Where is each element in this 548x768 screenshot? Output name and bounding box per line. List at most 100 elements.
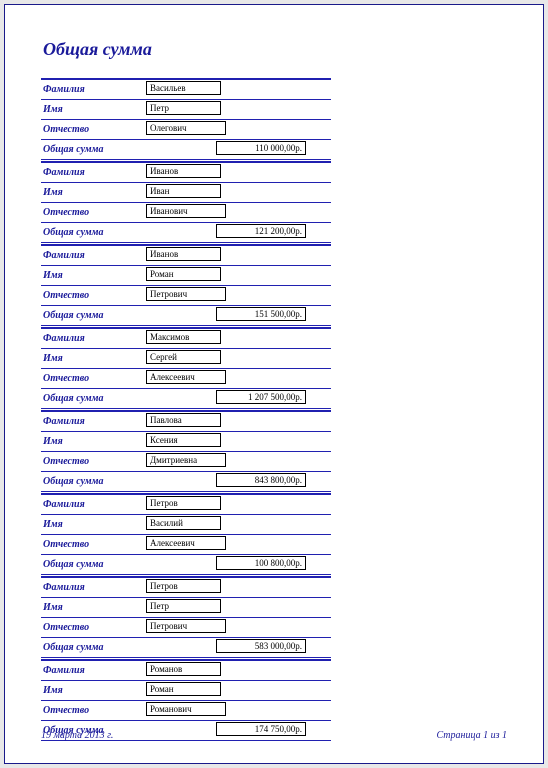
field-sum: 843 800,00р. — [216, 473, 306, 487]
row-name: ИмяПетр — [41, 100, 331, 120]
page-footer: 19 марта 2013 г. Страница 1 из 1 — [41, 730, 507, 741]
field-surname: Павлова — [146, 413, 221, 427]
field-label: Отчество — [41, 539, 146, 550]
field-label: Общая сумма — [41, 476, 146, 487]
row-name: ИмяСергей — [41, 349, 331, 369]
field-sum: 100 800,00р. — [216, 556, 306, 570]
field-label: Отчество — [41, 705, 146, 716]
field-label: Фамилия — [41, 416, 146, 427]
footer-date: 19 марта 2013 г. — [41, 730, 113, 741]
field-label: Имя — [41, 353, 146, 364]
field-label: Общая сумма — [41, 559, 146, 570]
field-name: Василий — [146, 516, 221, 530]
field-sum: 1 207 500,00р. — [216, 390, 306, 404]
field-label: Фамилия — [41, 665, 146, 676]
row-name: ИмяРоман — [41, 681, 331, 701]
field-label: Фамилия — [41, 499, 146, 510]
field-label: Отчество — [41, 456, 146, 467]
field-label: Отчество — [41, 373, 146, 384]
record: ФамилияИвановИмяИванОтчествоИвановичОбща… — [41, 161, 331, 243]
field-patronymic: Дмитриевна — [146, 453, 226, 467]
field-sum: 151 500,00р. — [216, 307, 306, 321]
row-surname: ФамилияМаксимов — [41, 329, 331, 349]
field-name: Роман — [146, 267, 221, 281]
field-surname: Максимов — [146, 330, 221, 344]
row-surname: ФамилияИванов — [41, 246, 331, 266]
row-name: ИмяВасилий — [41, 515, 331, 535]
record: ФамилияИвановИмяРоманОтчествоПетровичОбщ… — [41, 244, 331, 326]
row-patronymic: ОтчествоПетрович — [41, 286, 331, 306]
row-patronymic: ОтчествоАлексеевич — [41, 535, 331, 555]
field-patronymic: Петрович — [146, 287, 226, 301]
row-patronymic: ОтчествоОлегович — [41, 120, 331, 140]
field-surname: Петров — [146, 579, 221, 593]
row-sum: Общая сумма 151 500,00р. — [41, 306, 331, 326]
field-label: Общая сумма — [41, 144, 146, 155]
row-name: ИмяПетр — [41, 598, 331, 618]
row-surname: ФамилияРоманов — [41, 661, 331, 681]
record: ФамилияПетровИмяПетрОтчествоПетровичОбща… — [41, 576, 331, 658]
row-patronymic: ОтчествоРоманович — [41, 701, 331, 721]
field-patronymic: Романович — [146, 702, 226, 716]
field-name: Роман — [146, 682, 221, 696]
row-patronymic: ОтчествоАлексеевич — [41, 369, 331, 389]
field-label: Фамилия — [41, 250, 146, 261]
field-label: Отчество — [41, 290, 146, 301]
row-sum: Общая сумма 843 800,00р. — [41, 472, 331, 492]
row-patronymic: ОтчествоИванович — [41, 203, 331, 223]
row-name: ИмяКсения — [41, 432, 331, 452]
field-name: Сергей — [146, 350, 221, 364]
field-sum: 583 000,00р. — [216, 639, 306, 653]
field-sum: 121 200,00р. — [216, 224, 306, 238]
report-page: Общая сумма ФамилияВасильевИмяПетрОтчест… — [4, 4, 544, 764]
field-label: Фамилия — [41, 333, 146, 344]
field-label: Имя — [41, 187, 146, 198]
record: ФамилияВасильевИмяПетрОтчествоОлеговичОб… — [41, 78, 331, 160]
report-title: Общая сумма — [43, 39, 507, 60]
footer-page: Страница 1 из 1 — [436, 730, 507, 741]
field-label: Отчество — [41, 124, 146, 135]
row-sum: Общая сумма 121 200,00р. — [41, 223, 331, 243]
records-container: ФамилияВасильевИмяПетрОтчествоОлеговичОб… — [41, 78, 331, 741]
field-surname: Иванов — [146, 164, 221, 178]
field-label: Имя — [41, 519, 146, 530]
record: ФамилияРомановИмяРоманОтчествоРомановичО… — [41, 659, 331, 741]
field-label: Фамилия — [41, 582, 146, 593]
field-label: Имя — [41, 436, 146, 447]
field-name: Петр — [146, 599, 221, 613]
field-label: Имя — [41, 104, 146, 115]
field-name: Петр — [146, 101, 221, 115]
field-patronymic: Олегович — [146, 121, 226, 135]
record: ФамилияПетровИмяВасилийОтчествоАлексееви… — [41, 493, 331, 575]
field-surname: Иванов — [146, 247, 221, 261]
field-patronymic: Алексеевич — [146, 370, 226, 384]
field-label: Имя — [41, 602, 146, 613]
field-label: Общая сумма — [41, 310, 146, 321]
field-sum: 110 000,00р. — [216, 141, 306, 155]
row-sum: Общая сумма 1 207 500,00р. — [41, 389, 331, 409]
field-name: Ксения — [146, 433, 221, 447]
field-patronymic: Алексеевич — [146, 536, 226, 550]
field-label: Отчество — [41, 207, 146, 218]
field-label: Фамилия — [41, 84, 146, 95]
row-patronymic: ОтчествоДмитриевна — [41, 452, 331, 472]
field-surname: Петров — [146, 496, 221, 510]
field-label: Имя — [41, 685, 146, 696]
row-surname: ФамилияПавлова — [41, 412, 331, 432]
row-sum: Общая сумма583 000,00р. — [41, 638, 331, 658]
field-surname: Васильев — [146, 81, 221, 95]
row-surname: ФамилияПетров — [41, 578, 331, 598]
row-surname: ФамилияПетров — [41, 495, 331, 515]
row-name: ИмяИван — [41, 183, 331, 203]
field-label: Общая сумма — [41, 227, 146, 238]
field-patronymic: Петрович — [146, 619, 226, 633]
row-surname: ФамилияИванов — [41, 163, 331, 183]
field-surname: Романов — [146, 662, 221, 676]
field-patronymic: Иванович — [146, 204, 226, 218]
field-label: Общая сумма — [41, 393, 146, 404]
row-name: ИмяРоман — [41, 266, 331, 286]
field-label: Отчество — [41, 622, 146, 633]
row-sum: Общая сумма 100 800,00р. — [41, 555, 331, 575]
record: ФамилияМаксимовИмяСергейОтчествоАлексеев… — [41, 327, 331, 409]
field-name: Иван — [146, 184, 221, 198]
